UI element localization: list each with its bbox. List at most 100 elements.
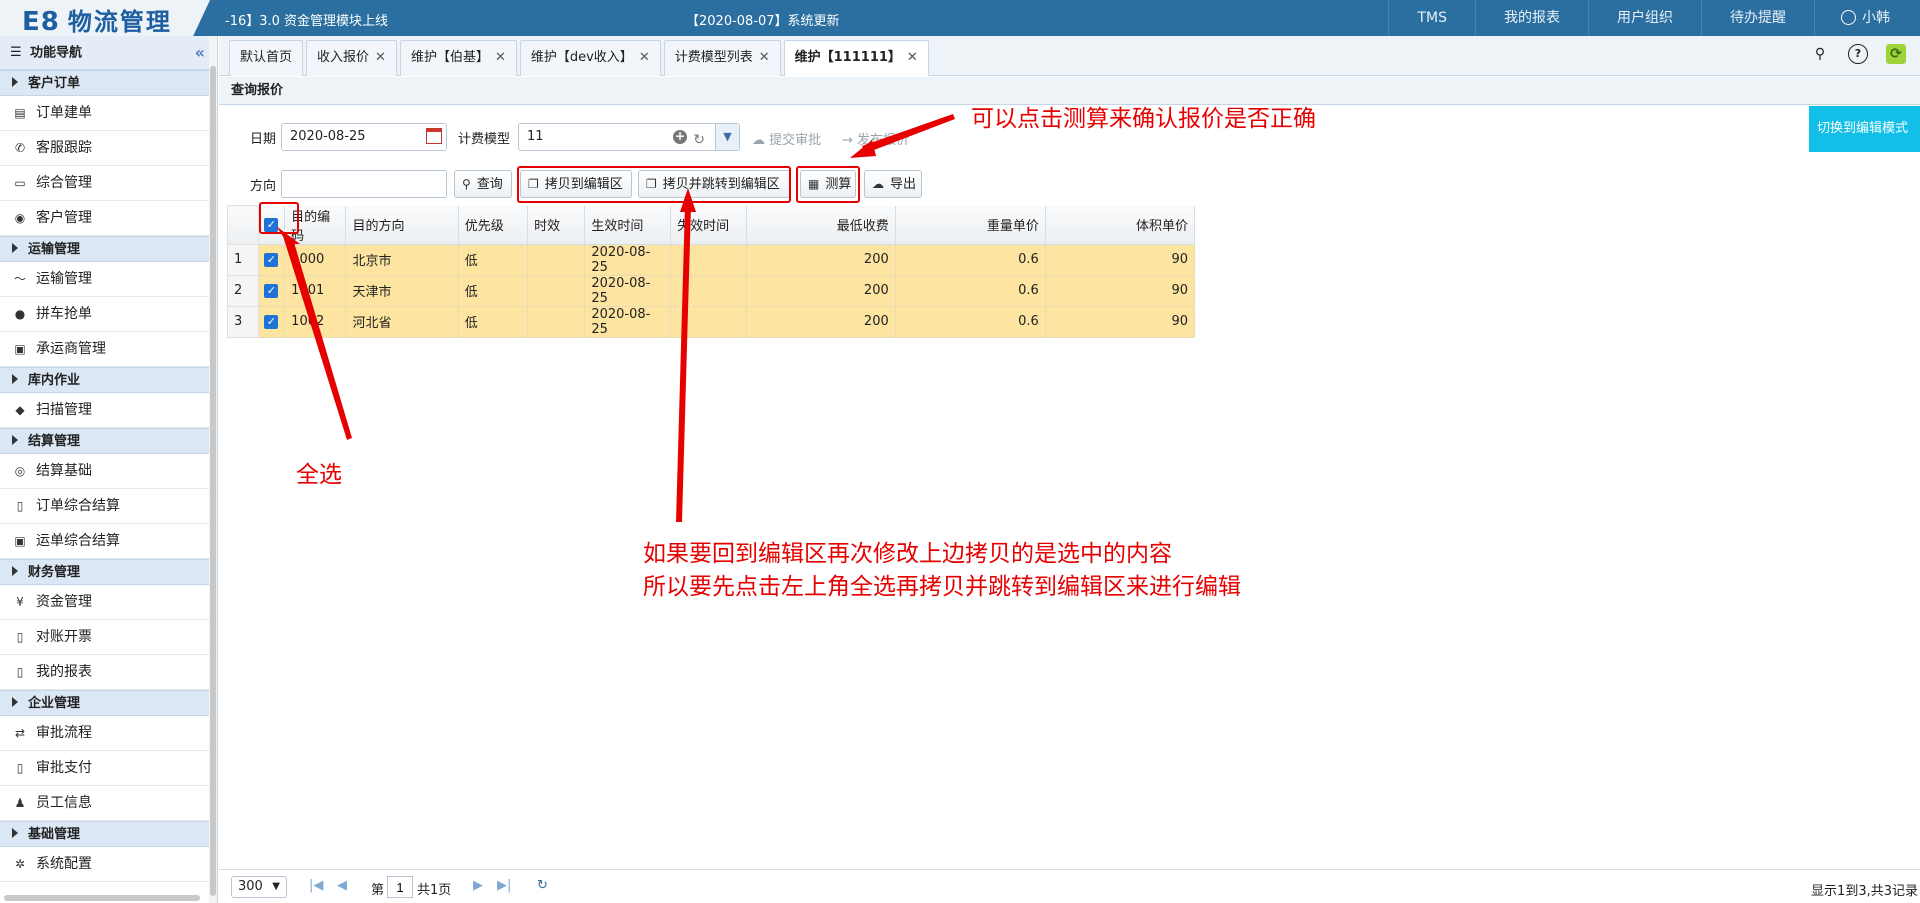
- user-menu[interactable]: 小韩: [1814, 0, 1920, 36]
- sidebar-hscrollbar[interactable]: [4, 895, 200, 901]
- tab-maintain-111111[interactable]: 维护【111111】 ✕: [783, 40, 929, 76]
- close-icon[interactable]: ✕: [495, 50, 506, 65]
- app-logo: E8 物流管理: [0, 0, 210, 36]
- sidebar-group-warehouse[interactable]: 库内作业: [0, 367, 217, 393]
- close-icon[interactable]: ✕: [639, 50, 650, 65]
- bus-icon: ▣: [14, 534, 26, 548]
- search-icon: ⚲: [462, 177, 471, 191]
- page-size-select[interactable]: 300 ▼: [231, 876, 287, 898]
- sidebar-item-fund-manage[interactable]: ¥ 资金管理: [0, 585, 217, 620]
- tab-maintain-dev-income[interactable]: 维护【dev收入】 ✕: [519, 40, 661, 76]
- col-aging[interactable]: 时效: [527, 205, 586, 245]
- calendar-icon[interactable]: [426, 128, 442, 144]
- sidebar-group-basic[interactable]: 基础管理: [0, 821, 217, 847]
- row-checkbox[interactable]: ✓: [257, 274, 286, 307]
- sidebar-item-system-config[interactable]: ✲ 系统配置: [0, 847, 217, 882]
- sidebar-item-settlement-basic[interactable]: ◎ 结算基础: [0, 454, 217, 489]
- sidebar-item-carpool[interactable]: ● 拼车抢单: [0, 297, 217, 332]
- table-row[interactable]: 2 ✓ 1001 天津市 低 2020-08-25 200 0.6 90: [227, 274, 1196, 307]
- arrow-right-icon: →: [842, 133, 853, 148]
- check-icon: ✓: [264, 252, 279, 267]
- sidebar-scrollbar[interactable]: [209, 36, 217, 903]
- page-total: 共1页: [417, 883, 452, 898]
- cloud-download-icon: ☁: [872, 177, 884, 191]
- prev-page-icon[interactable]: ◀: [337, 878, 347, 893]
- sidebar-item-approval-flow[interactable]: ⇄ 审批流程: [0, 716, 217, 751]
- row-checkbox[interactable]: ✓: [257, 305, 286, 338]
- top-nav-tms[interactable]: TMS: [1388, 0, 1475, 36]
- caret-right-icon: [12, 566, 18, 576]
- top-nav-my-reports[interactable]: 我的报表: [1475, 0, 1588, 36]
- top-nav-user-org[interactable]: 用户组织: [1588, 0, 1701, 36]
- tab-maintain-boji[interactable]: 维护【伯基】 ✕: [399, 40, 517, 76]
- sidebar-group-settlement[interactable]: 结算管理: [0, 428, 217, 454]
- person-icon: ♟: [14, 796, 26, 810]
- col-effective[interactable]: 生效时间: [584, 205, 672, 245]
- close-icon[interactable]: ✕: [907, 50, 918, 65]
- sidebar-group-finance[interactable]: 财务管理: [0, 559, 217, 585]
- search-icon[interactable]: ⚲: [1810, 44, 1830, 64]
- collapse-sidebar-icon[interactable]: «: [195, 36, 205, 70]
- submit-approval-button[interactable]: ☁ 提交审批: [752, 129, 821, 148]
- col-min-charge[interactable]: 最低收费: [745, 205, 896, 245]
- add-icon[interactable]: +: [673, 130, 687, 144]
- switch-edit-mode-button[interactable]: 切换到编辑模式: [1809, 106, 1920, 152]
- refresh-icon[interactable]: ↻: [693, 127, 705, 153]
- sidebar-item-approval-pay[interactable]: ▯ 审批支付: [0, 751, 217, 786]
- top-nav-todo[interactable]: 待办提醒: [1701, 0, 1814, 36]
- export-button[interactable]: ☁ 导出: [864, 170, 922, 198]
- tab-billing-model-list[interactable]: 计费模型列表 ✕: [663, 40, 781, 76]
- last-page-icon[interactable]: ▶|: [497, 878, 511, 893]
- col-expire[interactable]: 失效时间: [670, 205, 747, 245]
- next-page-icon[interactable]: ▶: [473, 878, 483, 893]
- row-checkbox[interactable]: ✓: [257, 243, 286, 276]
- publish-quote-button[interactable]: → 发布报价: [842, 129, 909, 148]
- tab-income-quote[interactable]: 收入报价 ✕: [306, 40, 397, 76]
- table-row[interactable]: 3 ✓ 1002 河北省 低 2020-08-25 200 0.6 90: [227, 305, 1196, 338]
- date-label: 日期: [250, 132, 277, 147]
- document-icon: ▯: [16, 499, 24, 513]
- first-page-icon[interactable]: |◀: [309, 878, 323, 893]
- scrollbar-thumb[interactable]: [210, 66, 216, 896]
- sidebar-item-reconcile-invoice[interactable]: ▯ 对账开票: [0, 620, 217, 655]
- date-field[interactable]: 2020-08-25: [281, 123, 447, 151]
- sidebar-group-customer-order[interactable]: 客户订单: [0, 70, 217, 96]
- sidebar-item-scan-manage[interactable]: ◆ 扫描管理: [0, 393, 217, 428]
- col-priority[interactable]: 优先级: [457, 205, 529, 245]
- notice-update[interactable]: 【2020-08-07】系统更新: [686, 10, 840, 29]
- col-weight-price[interactable]: 重量单价: [894, 205, 1046, 245]
- table-row[interactable]: 1 ✓ 1000 北京市 低 2020-08-25 200 0.6 90: [227, 243, 1196, 276]
- sidebar-item-order-create[interactable]: ▤ 订单建单: [0, 96, 217, 131]
- document-icon: ▯: [16, 761, 24, 775]
- sidebar-group-enterprise[interactable]: 企业管理: [0, 690, 217, 716]
- refresh-icon[interactable]: ↻: [537, 878, 548, 893]
- sidebar-item-general-manage[interactable]: ▭ 综合管理: [0, 166, 217, 201]
- row-number-header: [227, 205, 259, 245]
- sidebar-item-my-reports[interactable]: ▯ 我的报表: [0, 655, 217, 690]
- direction-input[interactable]: [281, 170, 447, 198]
- top-bar: E8 物流管理 -16】3.0 资金管理模块上线 【2020-08-07】系统更新…: [0, 0, 1920, 36]
- sidebar-group-transport[interactable]: 运输管理: [0, 236, 217, 262]
- quote-table: ✓ 目的编码 目的方向 优先级 时效 生效时间 失效时间 最低收费 重量单价 体…: [227, 205, 1196, 338]
- billing-model-combo[interactable]: 11 + ↻ ▼: [518, 123, 740, 151]
- sidebar-item-service-track[interactable]: ✆ 客服跟踪: [0, 131, 217, 166]
- sidebar-item-order-settlement[interactable]: ▯ 订单综合结算: [0, 489, 217, 524]
- chevron-down-icon: ▼: [272, 881, 280, 892]
- close-icon[interactable]: ✕: [375, 50, 386, 65]
- tab-home[interactable]: 默认首页: [229, 40, 304, 76]
- route-icon: 〜: [13, 272, 26, 286]
- sidebar-item-waybill-settlement[interactable]: ▣ 运单综合结算: [0, 524, 217, 559]
- close-icon[interactable]: ✕: [759, 50, 770, 65]
- chevron-down-icon[interactable]: ▼: [715, 124, 739, 150]
- col-volume-price[interactable]: 体积单价: [1044, 205, 1196, 245]
- query-button[interactable]: ⚲ 查询: [454, 170, 512, 198]
- help-icon[interactable]: ?: [1848, 44, 1868, 64]
- sidebar-item-transport-manage[interactable]: 〜运输管理: [0, 262, 217, 297]
- sidebar-item-employee-info[interactable]: ♟ 员工信息: [0, 786, 217, 821]
- sidebar-item-customer-manage[interactable]: ◉ 客户管理: [0, 201, 217, 236]
- col-dest-direction[interactable]: 目的方向: [345, 205, 459, 245]
- notice-marquee[interactable]: -16】3.0 资金管理模块上线: [225, 10, 388, 29]
- page-number-input[interactable]: [387, 876, 413, 898]
- refresh-cache-icon[interactable]: ⟳: [1886, 44, 1906, 64]
- sidebar-item-carrier-manage[interactable]: ▣ 承运商管理: [0, 332, 217, 367]
